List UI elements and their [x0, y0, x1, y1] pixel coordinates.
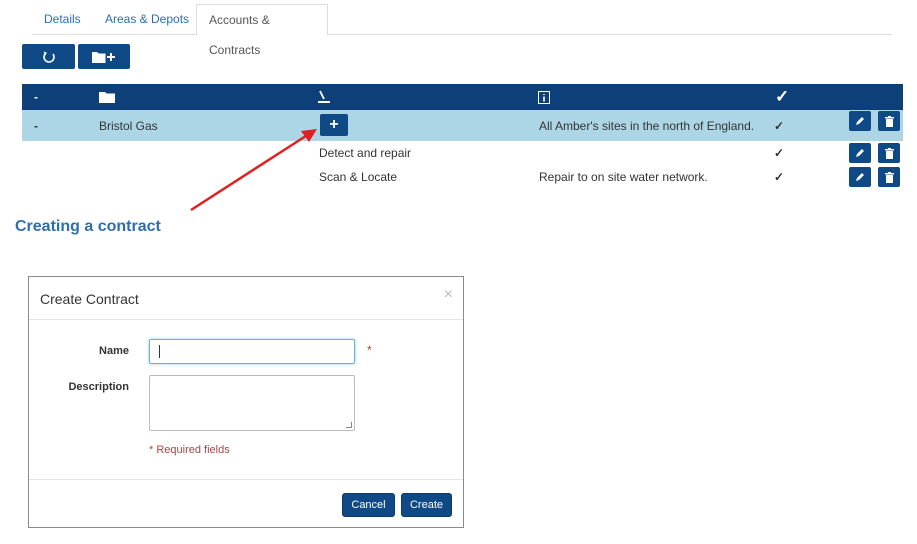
tab-bar: Details Areas & Depots Accounts & Contra… [32, 4, 892, 57]
pencil-icon [856, 149, 864, 157]
contract-name: Scan & Locate [319, 170, 398, 184]
description-field[interactable] [149, 375, 355, 431]
table-row[interactable]: - Bristol Gas + All Amber's sites in the… [22, 110, 903, 141]
close-icon[interactable]: × [444, 286, 453, 304]
refresh-button[interactable] [22, 44, 75, 69]
trash-icon [884, 115, 894, 127]
check-icon: ✓ [775, 87, 790, 106]
tab-accounts-contracts[interactable]: Accounts & Contracts [196, 4, 328, 57]
refresh-icon [42, 51, 55, 63]
row-collapse-toggle[interactable]: - [34, 110, 38, 141]
dialog-footer: Cancel Create [29, 479, 463, 529]
pencil-icon [856, 117, 864, 125]
row-description: Repair to on site water network. [539, 170, 708, 184]
table-header: - ✓ [22, 84, 903, 110]
delete-button[interactable] [878, 143, 900, 163]
delete-button[interactable] [878, 167, 900, 187]
section-heading: Creating a contract [15, 218, 161, 235]
folder-icon [99, 84, 115, 110]
create-button[interactable]: Create [401, 493, 452, 517]
text-caret [159, 345, 160, 358]
folder-plus-icon [92, 51, 115, 63]
trash-icon [884, 171, 894, 183]
required-indicator: * [367, 343, 372, 357]
contract-name: Detect and repair [319, 146, 412, 160]
table-row[interactable]: Detect and repair ✓ [22, 141, 903, 165]
active-check-icon: ✓ [774, 170, 785, 184]
table-row[interactable]: Scan & Locate Repair to on site water ne… [22, 165, 903, 189]
cancel-button[interactable]: Cancel [342, 493, 395, 517]
edit-button[interactable] [849, 167, 871, 187]
name-field[interactable] [149, 339, 355, 364]
account-name: Bristol Gas [99, 118, 158, 133]
signature-icon [318, 84, 330, 110]
dialog-title: Create Contract [40, 291, 139, 307]
dialog-header: Create Contract × [29, 277, 463, 320]
row-description: All Amber's sites in the north of Englan… [539, 118, 755, 133]
resize-handle[interactable] [346, 422, 352, 428]
active-check-icon: ✓ [774, 146, 785, 160]
name-label: Name [99, 345, 129, 357]
active-check-icon: ✓ [774, 118, 785, 133]
delete-button[interactable] [878, 111, 900, 131]
trash-icon [884, 147, 894, 159]
tab-areas-depots[interactable]: Areas & Depots [93, 4, 201, 35]
required-fields-note: * Required fields [149, 444, 230, 456]
annotation-arrow [190, 129, 317, 212]
edit-button[interactable] [849, 111, 871, 131]
add-account-button[interactable] [78, 44, 130, 69]
pencil-icon [856, 173, 864, 181]
info-icon [538, 84, 550, 110]
tab-details[interactable]: Details [32, 4, 93, 35]
create-contract-dialog: Create Contract × Name * Description * R… [28, 276, 464, 528]
collapse-all-toggle[interactable]: - [34, 84, 38, 110]
edit-button[interactable] [849, 143, 871, 163]
description-label: Description [68, 381, 129, 393]
